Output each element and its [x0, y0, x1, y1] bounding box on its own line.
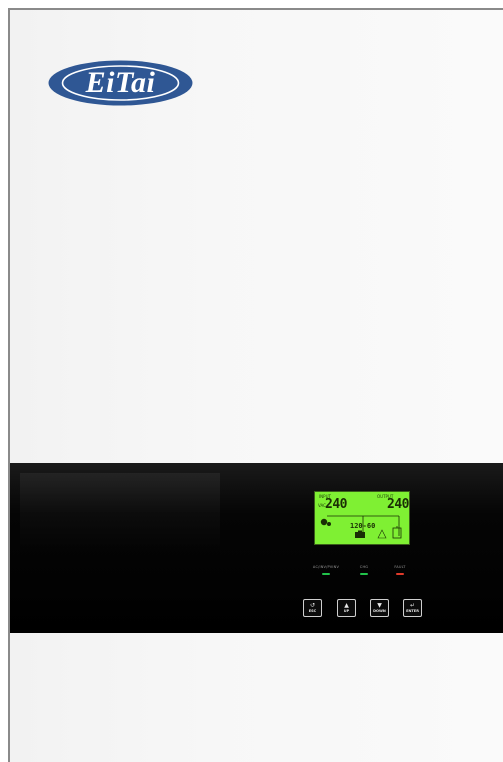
enter-arrow-icon: ↵ — [409, 602, 416, 609]
fault-led-icon — [396, 573, 404, 575]
warning-icon — [377, 529, 387, 539]
status-indicators: AC/INV/PVINV CHG FAULT — [306, 565, 436, 585]
esc-button[interactable]: ↺ ESC — [303, 599, 322, 617]
screenshot-frame: EiTai INPUT OUTPUT VAC 240 240 120-60 AC… — [0, 0, 503, 762]
enter-button-label: ENTER — [406, 609, 419, 613]
load-icon — [392, 526, 402, 539]
lcd-diagram — [320, 515, 402, 539]
up-arrow-icon: ▲ — [344, 602, 349, 609]
grid-tower-icon — [320, 518, 331, 526]
control-panel: INPUT OUTPUT VAC 240 240 120-60 AC/INV/P… — [10, 463, 503, 633]
button-row: ↺ ESC ▲ UP ▼ DOWN ↵ ENTER — [303, 599, 433, 621]
down-button-label: DOWN — [373, 609, 386, 613]
chg-led-icon — [360, 573, 368, 575]
indicator-ac-inv-label: AC/INV/PVINV — [312, 565, 340, 569]
panel-reflection — [20, 473, 220, 553]
down-button[interactable]: ▼ DOWN — [370, 599, 389, 617]
brand-logo: EiTai — [48, 60, 193, 106]
indicator-fault-label: FAULT — [394, 565, 406, 569]
back-arrow-icon: ↺ — [309, 602, 316, 609]
down-arrow-icon: ▼ — [377, 602, 382, 609]
indicator-chg-label: CHG — [359, 565, 369, 569]
battery-icon — [355, 530, 365, 538]
indicator-ac-inv: AC/INV/PVINV — [306, 565, 346, 575]
enter-button[interactable]: ↵ ENTER — [403, 599, 422, 617]
indicator-chg: CHG — [344, 565, 384, 575]
inverter-housing: EiTai — [8, 8, 503, 762]
logo-text: EiTai — [85, 66, 156, 99]
indicator-fault: FAULT — [380, 565, 420, 575]
lcd-display: INPUT OUTPUT VAC 240 240 120-60 — [314, 491, 410, 545]
ac-inv-led-icon — [322, 573, 330, 575]
esc-button-label: ESC — [308, 609, 317, 613]
up-button-label: UP — [343, 609, 350, 613]
up-button[interactable]: ▲ UP — [337, 599, 356, 617]
